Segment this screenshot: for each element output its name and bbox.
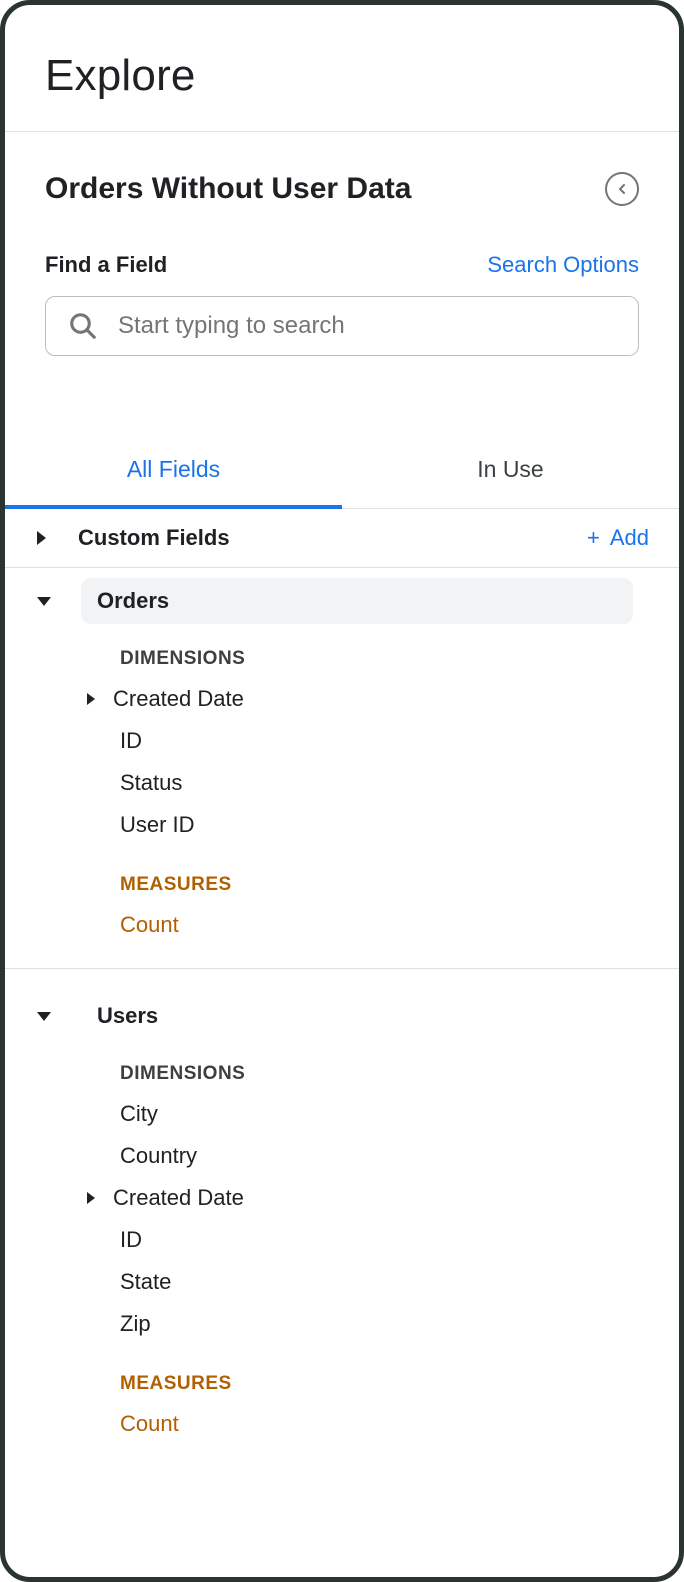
dimension-field[interactable]: ID	[5, 720, 679, 762]
field-label: ID	[120, 728, 142, 754]
views-list: Orders DIMENSIONS Created Date ID Status User…	[5, 568, 679, 1445]
chevron-right-icon	[87, 693, 95, 705]
custom-fields-label: Custom Fields	[78, 525, 587, 551]
field-label: Country	[120, 1143, 197, 1169]
add-label: Add	[610, 525, 649, 551]
measures-heading: MEASURES	[5, 846, 679, 904]
dimension-field[interactable]: Created Date	[5, 1177, 679, 1219]
field-label: Status	[120, 770, 182, 796]
dimension-field[interactable]: City	[5, 1093, 679, 1135]
dimension-field[interactable]: User ID	[5, 804, 679, 846]
plus-icon: +	[587, 525, 600, 551]
search-options-link[interactable]: Search Options	[487, 252, 639, 278]
chevron-down-icon	[37, 597, 51, 606]
field-label: Created Date	[113, 1185, 244, 1211]
view-divider	[5, 968, 679, 969]
dimension-field[interactable]: Created Date	[5, 678, 679, 720]
search-box[interactable]	[45, 296, 639, 356]
field-label: Zip	[120, 1311, 151, 1337]
view-name: Orders	[81, 578, 633, 624]
field-label: City	[120, 1101, 158, 1127]
dimension-field[interactable]: Zip	[5, 1303, 679, 1345]
page-title: Explore	[45, 51, 639, 101]
dimension-field[interactable]: ID	[5, 1219, 679, 1261]
dimensions-heading: DIMENSIONS	[5, 1049, 679, 1093]
collapse-button[interactable]	[605, 172, 639, 206]
find-field-label: Find a Field	[45, 252, 167, 278]
view-block: Users DIMENSIONS City Country Created Date ID…	[5, 983, 679, 1445]
add-custom-field-button[interactable]: + Add	[587, 525, 649, 551]
chevron-right-icon	[37, 531, 46, 545]
search-input[interactable]	[116, 311, 616, 341]
search-icon	[68, 311, 98, 341]
field-tabs: All Fields In Use	[5, 436, 679, 509]
explore-title: Orders Without User Data	[45, 172, 411, 206]
measure-field[interactable]: Count	[5, 904, 679, 946]
view-header[interactable]: Users	[5, 983, 679, 1049]
chevron-right-icon	[87, 1192, 95, 1204]
tab-in-use[interactable]: In Use	[342, 436, 679, 508]
field-label: Created Date	[113, 686, 244, 712]
view-name: Users	[81, 993, 649, 1039]
dimension-field[interactable]: State	[5, 1261, 679, 1303]
panel-header: Explore	[5, 5, 679, 131]
dimension-field[interactable]: Status	[5, 762, 679, 804]
field-label: ID	[120, 1227, 142, 1253]
chevron-left-icon	[614, 181, 630, 197]
measure-field[interactable]: Count	[5, 1403, 679, 1445]
chevron-down-icon	[37, 1012, 51, 1021]
field-label: Count	[120, 1411, 179, 1437]
explore-panel: Explore Orders Without User Data Find a …	[0, 0, 684, 1582]
measures-heading: MEASURES	[5, 1345, 679, 1403]
field-label: Count	[120, 912, 179, 938]
field-label: User ID	[120, 812, 195, 838]
dimension-field[interactable]: Country	[5, 1135, 679, 1177]
custom-fields-row[interactable]: Custom Fields + Add	[5, 509, 679, 568]
explore-section: Orders Without User Data Find a Field Se…	[5, 132, 679, 376]
field-label: State	[120, 1269, 171, 1295]
view-block: Orders DIMENSIONS Created Date ID Status User…	[5, 568, 679, 946]
tab-all-fields[interactable]: All Fields	[5, 436, 342, 509]
dimensions-heading: DIMENSIONS	[5, 634, 679, 678]
view-header[interactable]: Orders	[5, 568, 679, 634]
